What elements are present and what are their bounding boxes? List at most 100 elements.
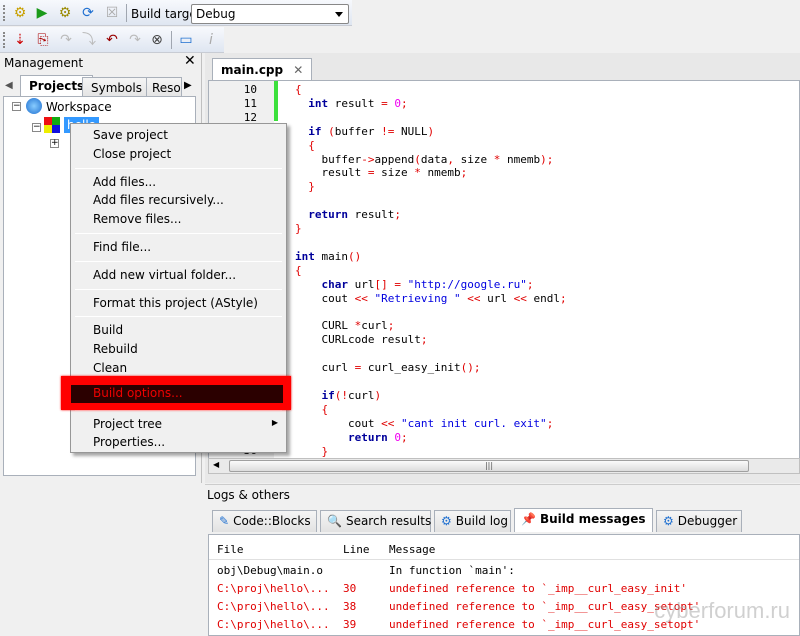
debug-start-icon[interactable]: ⇣ [12,32,28,48]
code-line: { [295,263,302,277]
tab-main-cpp[interactable]: main.cpp ✕ [212,58,313,82]
file-cell: C:\proj\hello\... [217,618,330,631]
logs-title: Logs & others [207,488,290,502]
tab-label: Search results [345,514,432,528]
abort-icon[interactable]: ☒ [104,5,120,21]
code-text[interactable]: { int result = 0; if (buffer != NULL) { … [295,83,567,458]
tab-label: main.cpp [221,63,284,77]
code-line: if (buffer != NULL) [308,124,435,138]
menu-item-rebuild[interactable]: Rebuild [71,340,286,359]
highlight-box: Build options... [61,376,291,410]
menu-separator [75,167,282,169]
toolbar-separator [126,4,127,22]
message-cell: In function `main': [389,564,515,577]
toolbar-grip[interactable] [3,32,6,48]
file-cell: C:\proj\hello\... [217,600,330,613]
management-title: Management [4,56,84,70]
code-line: return 0; [347,430,408,444]
code-line: int main() [295,249,362,263]
workspace-icon [26,98,42,114]
code-line: buffer->append(data, size * nmemb); [321,152,554,166]
horizontal-scrollbar[interactable]: ◀ ||| [208,458,800,474]
table-row[interactable]: obj\Debug\main.o In function `main': [209,564,799,582]
code-editor[interactable]: 1011121314151617181920212223242526272829… [208,80,800,460]
step-into-icon[interactable]: ⤵ [81,32,97,48]
menu-item-project-tree[interactable]: Project tree ▶ [71,415,286,434]
build-target-select[interactable]: Debug [191,4,349,24]
scroll-left-icon[interactable]: ◀ [213,460,219,469]
build-target-value: Debug [196,7,236,21]
toolbar-separator [171,31,172,49]
code-line: { [308,138,315,152]
codeblocks-icon: ✎ [219,514,230,528]
menu-item-remove-files[interactable]: Remove files... [71,210,286,229]
code-line: } [308,180,315,194]
column-header-message[interactable]: Message [389,543,435,556]
code-line: cout << "Retrieving " << url << endl; [321,291,567,305]
menu-item-build[interactable]: Build [71,321,286,340]
close-icon[interactable]: ✕ [184,53,196,69]
scrollbar-thumb[interactable]: ||| [229,460,749,472]
menu-item-close-project[interactable]: Close project [71,145,286,164]
run-to-cursor-icon[interactable]: ⎘ [35,32,51,48]
column-header-line[interactable]: Line [343,543,370,556]
code-line: if(!curl) [321,388,382,402]
info-icon[interactable]: i [203,32,219,48]
gear-build-icon[interactable]: ⚙ [12,5,28,21]
code-line: result = size * nmemb; [321,166,468,180]
menu-item-find-file[interactable]: Find file... [71,238,286,257]
collapse-icon[interactable]: − [12,102,21,111]
chevron-down-icon [335,12,343,17]
code-line: cout << "cant init curl. exit"; [347,416,554,430]
build-log-icon: ⚙ [441,514,452,528]
menu-item-format-this-project-astyle[interactable]: Format this project (AStyle) [71,294,286,313]
menu-item-add-new-virtual-folder[interactable]: Add new virtual folder... [71,266,286,285]
rebuild-icon[interactable]: ⟳ [80,5,96,21]
tab-build-messages[interactable]: 📌Build messages✕ [514,508,666,532]
close-icon[interactable]: ✕ [293,63,303,77]
column-header-file[interactable]: File [217,543,244,556]
next-line-icon[interactable]: ↷ [58,32,74,48]
run-icon[interactable]: ▶ [34,5,50,21]
debug-toolbar: ⇣ ⎘ ↷ ⤵ ↶ ↷ ⊗ ▭ i [0,27,224,53]
step-out-icon[interactable]: ↶ [104,32,120,48]
collapse-icon[interactable]: − [32,123,41,132]
watermark: cyberforum.ru [654,598,790,623]
expand-icon[interactable]: + [50,139,59,148]
workspace-label[interactable]: Workspace [46,100,112,114]
menu-separator [75,288,282,290]
tab-scroll-right-icon[interactable]: ▶ [184,80,192,91]
menu-item-build-options[interactable]: Build options... [71,385,283,403]
code-line: CURL *curl; [321,319,395,333]
code-line: CURLcode result; [321,333,428,347]
tab-build-log[interactable]: ⚙ Build log [434,510,511,532]
build-run-icon[interactable]: ⚙ [57,5,73,21]
menu-item-add-files-recursively[interactable]: Add files recursively... [71,191,286,210]
menu-separator [75,260,282,262]
toolbar-grip[interactable] [3,5,6,21]
tab-search-results[interactable]: 🔍 Search results [320,510,431,532]
line-number: 11 [243,96,257,110]
message-cell: undefined reference to `_imp__curl_easy_… [389,582,688,595]
submenu-arrow-icon: ▶ [271,417,278,427]
tab-code-blocks[interactable]: ✎ Code::Blocks [212,510,317,532]
tab-debugger[interactable]: ⚙ Debugger [656,510,742,532]
tab-scroll-left-icon[interactable]: ◀ [5,80,13,91]
menu-item-add-files[interactable]: Add files... [71,173,286,192]
menu-item-save-project[interactable]: Save project [71,126,286,145]
code-line: } [295,222,302,236]
stop-debugger-icon[interactable]: ⊗ [149,32,165,48]
debugger-icon: ⚙ [663,514,674,528]
next-instruction-icon[interactable]: ↷ [127,32,143,48]
debug-windows-icon[interactable]: ▭ [178,32,194,48]
menu-item-properties[interactable]: Properties... [71,433,286,452]
code-line: { [321,402,329,416]
tab-label: Debugger [677,514,738,528]
code-line: } [321,444,329,458]
